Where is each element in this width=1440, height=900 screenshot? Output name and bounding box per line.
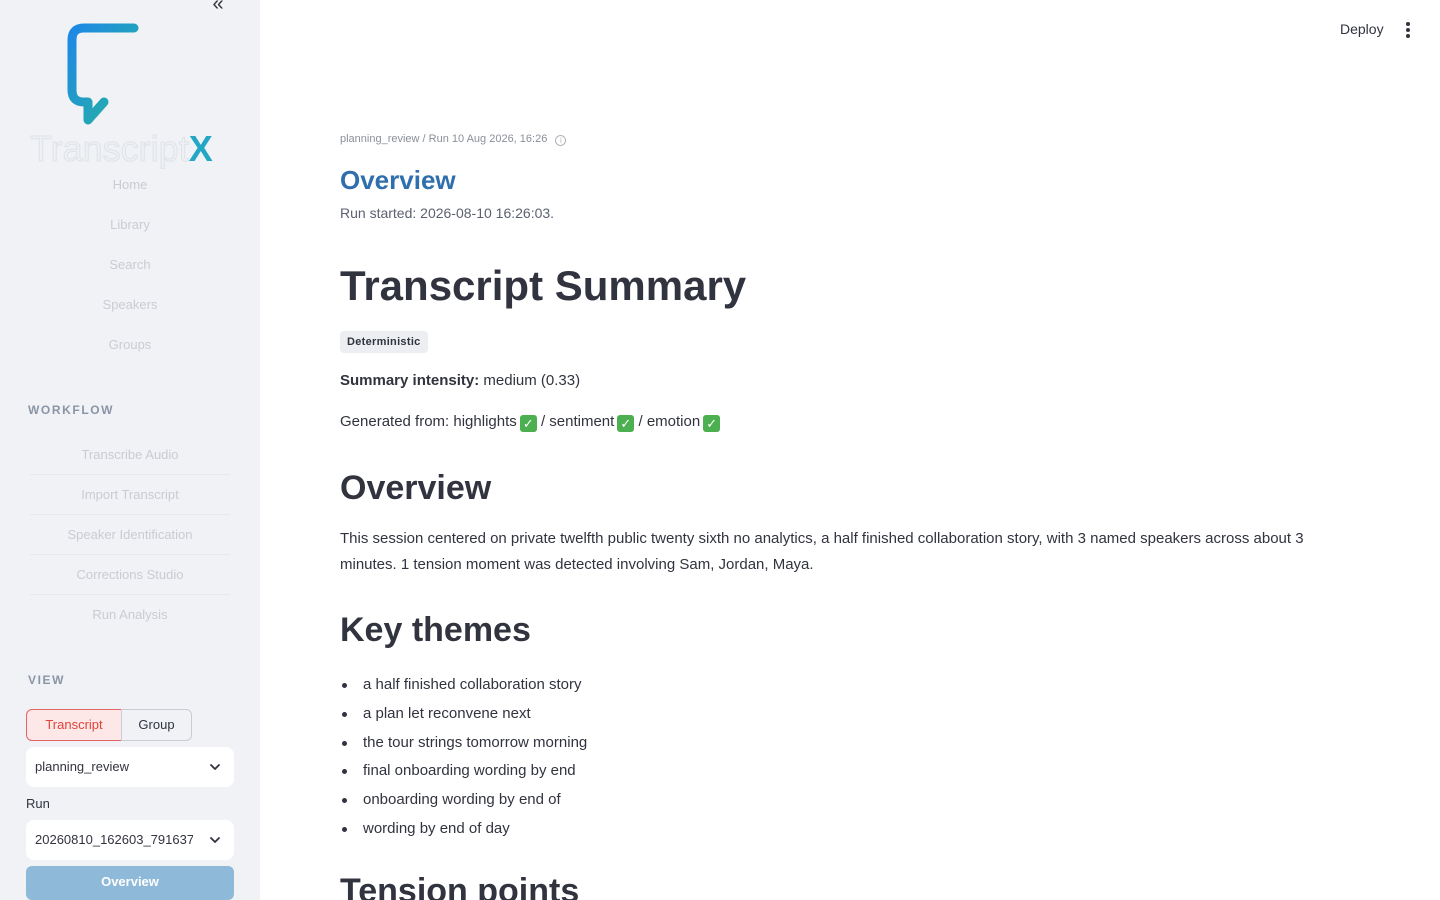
overview-title-link[interactable]: Overview (340, 165, 456, 196)
run-started-text: Run started: 2026-08-10 16:26:03. (340, 205, 555, 221)
generated-from: Generated from: highlights ✓ / sentiment ✓… (340, 413, 721, 432)
workflow-import-transcript[interactable]: Import Transcript (30, 475, 230, 515)
app-logo: TranscriptX (30, 22, 230, 170)
nav-home[interactable]: Home (0, 177, 260, 192)
summary-intensity-value: medium (0.33) (483, 372, 581, 389)
nav-library[interactable]: Library (0, 217, 260, 232)
workflow-section-label: WORKFLOW (28, 403, 115, 417)
generated-from-emotion: / emotion (638, 413, 701, 430)
workflow-run-analysis[interactable]: Run Analysis (30, 595, 230, 635)
tension-points-heading: Tension points (340, 872, 580, 900)
logo-text-x: X (188, 128, 213, 169)
workflow-corrections-studio[interactable]: Corrections Studio (30, 555, 230, 595)
summary-intensity: Summary intensity: medium (0.33) (340, 372, 580, 389)
check-mark-icon: ✓ (703, 415, 721, 432)
run-select[interactable]: 20260810_162603_7916375 (26, 820, 234, 860)
list-item: a plan let reconvene next (340, 700, 940, 729)
logo-text-main: Transcript (30, 128, 190, 170)
nav-speakers[interactable]: Speakers (0, 297, 260, 312)
breadcrumb: planning_review / Run 10 Aug 2026, 16:26… (340, 133, 567, 146)
deterministic-badge: Deterministic (340, 331, 428, 353)
nav-groups[interactable]: Groups (0, 337, 260, 352)
chevron-down-icon (210, 764, 220, 770)
deploy-button[interactable]: Deploy (1340, 21, 1384, 37)
logo-wordmark: TranscriptX (30, 128, 213, 170)
transcript-select-value: planning_review (35, 759, 129, 774)
view-section-label: VIEW (28, 673, 66, 687)
page-title: Transcript Summary (340, 262, 747, 309)
transcript-select[interactable]: planning_review (26, 747, 234, 787)
workflow-transcribe-audio[interactable]: Transcribe Audio (30, 435, 230, 475)
breadcrumb-text: planning_review / Run 10 Aug 2026, 16:26 (340, 133, 548, 145)
list-item: wording by end of day (340, 815, 940, 844)
check-mark-icon: ✓ (617, 415, 635, 432)
run-select-value: 20260810_162603_7916375 (35, 832, 193, 847)
chevron-down-icon (210, 837, 220, 843)
list-item: final onboarding wording by end (340, 757, 940, 786)
key-themes-heading: Key themes (340, 611, 531, 649)
run-label: Run (26, 796, 50, 811)
collapse-sidebar-icon[interactable]: « (206, 0, 230, 14)
sidebar: « TranscriptX Home Library Search Speake… (0, 0, 260, 900)
list-item: onboarding wording by end of (340, 786, 940, 815)
info-icon[interactable]: i (555, 135, 567, 146)
list-item: a half finished collaboration story (340, 671, 940, 700)
key-themes-list: a half finished collaboration story a pl… (340, 671, 940, 844)
kebab-menu-icon[interactable] (1398, 20, 1418, 40)
overview-button[interactable]: Overview (26, 866, 234, 900)
view-toggle-transcript[interactable]: Transcript (26, 709, 122, 741)
view-toggle-group[interactable]: Group (121, 709, 192, 741)
generated-from-sentiment: / sentiment (540, 413, 615, 430)
generated-from-highlights: Generated from: highlights (340, 413, 517, 430)
check-mark-icon: ✓ (519, 415, 537, 432)
chat-logo-icon (67, 23, 193, 125)
summary-intensity-label: Summary intensity: (340, 372, 480, 389)
list-item: the tour strings tomorrow morning (340, 729, 940, 758)
overview-heading: Overview (340, 469, 492, 507)
overview-text: This session centered on private twelfth… (340, 530, 1304, 573)
nav-search[interactable]: Search (0, 257, 260, 272)
workflow-speaker-identification[interactable]: Speaker Identification (30, 515, 230, 555)
